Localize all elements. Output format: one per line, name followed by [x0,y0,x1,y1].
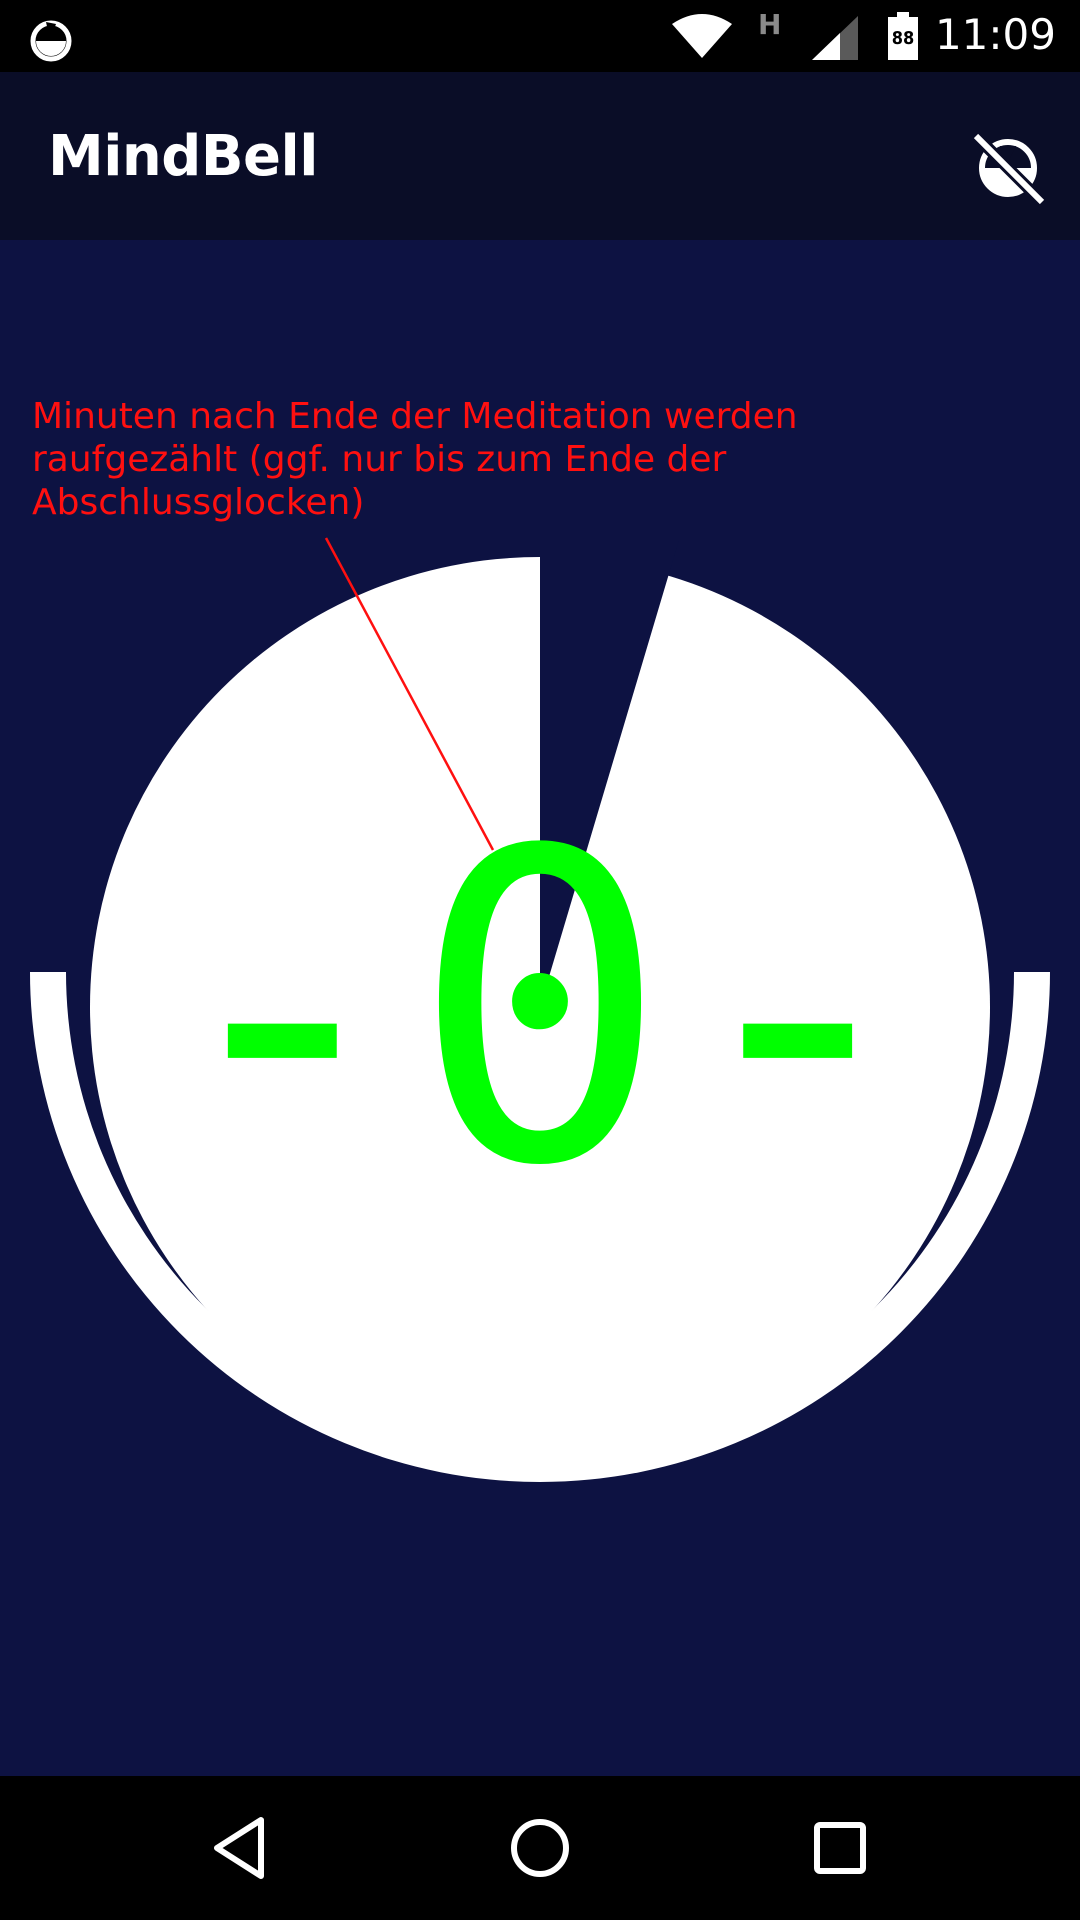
clock-time: 11:09 [934,10,1056,59]
bell-muted-icon[interactable] [966,124,1050,208]
cell-signal-icon [812,16,858,60]
countdown-display: -0- [153,761,926,1259]
battery-level-label: 88 [891,28,915,49]
app-title: MindBell [48,124,318,189]
status-bar: H 88 11:09 [0,0,1080,72]
network-type-label: H [758,8,782,41]
navigation-bar [0,1776,1080,1920]
annotation-note: Minuten nach Ende der Meditation werden … [32,396,798,523]
recents-square-icon[interactable] [800,1808,880,1888]
wifi-icon [672,14,732,58]
home-circle-icon[interactable] [500,1808,580,1888]
battery-icon: 88 [888,12,918,60]
mindbell-app-icon [30,20,72,62]
app-bar: MindBell [0,72,1080,240]
back-triangle-icon[interactable] [201,1808,281,1888]
meditation-timer-area: -0- Minuten nach Ende der Meditation wer… [0,240,1080,1776]
screen: H 88 11:09 MindBell -0- Minuten nach End… [0,0,1080,1920]
